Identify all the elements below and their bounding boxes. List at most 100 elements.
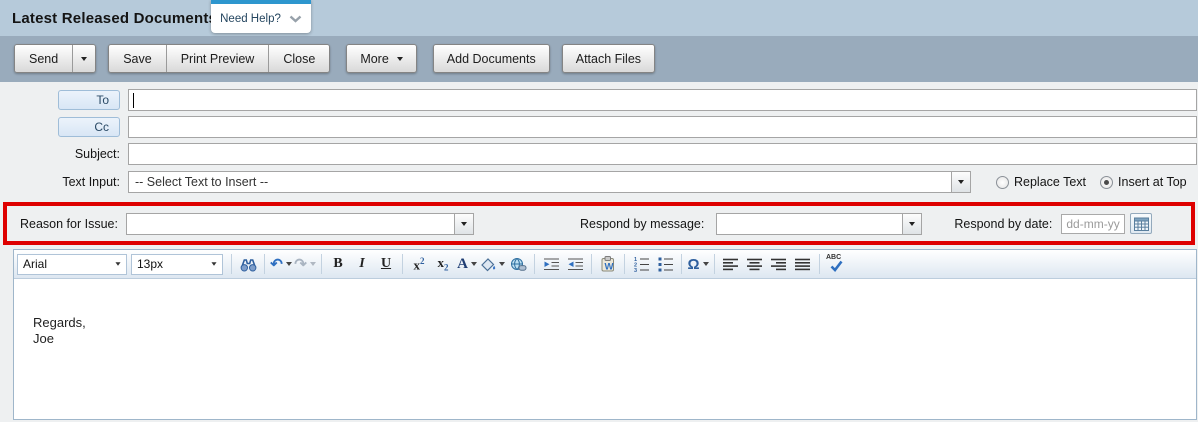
underline-button[interactable]: U bbox=[374, 253, 398, 275]
caret-down-icon bbox=[958, 180, 964, 184]
justify-button[interactable] bbox=[791, 253, 815, 275]
add-documents-button[interactable]: Add Documents bbox=[432, 44, 550, 73]
text-caret bbox=[133, 93, 134, 108]
insert-at-top-radio[interactable] bbox=[1100, 175, 1114, 189]
redo-button[interactable]: ↷ bbox=[293, 253, 317, 275]
bold-button[interactable]: B bbox=[326, 253, 350, 275]
caret-down-icon bbox=[702, 262, 709, 266]
svg-text:W: W bbox=[605, 262, 614, 273]
spellcheck-button[interactable]: ABC bbox=[824, 253, 848, 275]
reason-for-issue-select[interactable] bbox=[125, 212, 474, 235]
caret-down-icon bbox=[396, 56, 403, 61]
find-button[interactable] bbox=[236, 253, 260, 275]
caret-down-icon bbox=[81, 56, 88, 61]
calendar-icon bbox=[1133, 217, 1149, 231]
respond-by-date-input[interactable] bbox=[1061, 213, 1126, 234]
attach-files-button[interactable]: Attach Files bbox=[561, 44, 656, 73]
font-size-select[interactable]: 13px bbox=[131, 253, 223, 275]
caret-down-icon bbox=[309, 262, 316, 266]
italic-button[interactable]: I bbox=[350, 253, 374, 275]
paste-from-word-button[interactable]: W bbox=[596, 253, 620, 275]
paint-bucket-icon bbox=[481, 257, 496, 271]
align-left-button[interactable] bbox=[719, 253, 743, 275]
select-arrow-button[interactable] bbox=[951, 172, 970, 192]
underline-icon: U bbox=[380, 256, 392, 271]
send-dropdown-button[interactable] bbox=[72, 45, 96, 72]
undo-icon: ↶ bbox=[270, 255, 283, 273]
to-button[interactable]: To bbox=[58, 90, 120, 110]
toolbar-separator bbox=[819, 254, 820, 274]
text-insert-select[interactable]: -- Select Text to Insert -- bbox=[128, 171, 971, 193]
align-center-button[interactable] bbox=[743, 253, 767, 275]
subscript-button[interactable]: x2 bbox=[431, 253, 455, 275]
replace-text-radio[interactable] bbox=[996, 175, 1009, 189]
caret-down-icon bbox=[499, 262, 505, 266]
date-picker-button[interactable] bbox=[1130, 213, 1153, 234]
outdent-button[interactable] bbox=[563, 253, 587, 275]
send-button[interactable]: Send bbox=[15, 45, 73, 72]
close-button[interactable]: Close bbox=[268, 45, 330, 72]
font-family-value: Arial bbox=[23, 257, 48, 271]
align-right-button[interactable] bbox=[767, 253, 791, 275]
toolbar-separator bbox=[402, 254, 403, 274]
text-input-row: Text Input: -- Select Text to Insert -- … bbox=[0, 171, 1198, 193]
indent-button[interactable] bbox=[539, 253, 563, 275]
undo-button[interactable]: ↶ bbox=[269, 253, 293, 275]
insert-link-button[interactable] bbox=[506, 253, 530, 275]
page-title: Latest Released Documents bbox=[12, 9, 218, 27]
body-line: Regards, bbox=[33, 315, 86, 330]
save-button[interactable]: Save bbox=[109, 45, 166, 72]
rich-text-editor: Arial 13px ↶ ↷ B I U x2 x2 A W 1 2 3 Ω A… bbox=[13, 249, 1197, 420]
text-insert-selected-value: -- Select Text to Insert -- bbox=[135, 175, 269, 189]
respond-by-date-label: Respond by date: bbox=[954, 216, 1053, 231]
numbered-list-button[interactable]: 123 bbox=[629, 253, 653, 275]
select-arrow-button[interactable] bbox=[453, 213, 473, 234]
special-character-button[interactable]: Ω bbox=[686, 253, 710, 275]
respond-by-message-label: Respond by message: bbox=[579, 216, 705, 231]
font-color-button[interactable]: A bbox=[455, 253, 479, 275]
editor-body[interactable]: Regards, Joe bbox=[14, 279, 1196, 419]
more-button[interactable]: More bbox=[346, 44, 417, 73]
toolbar-separator bbox=[321, 254, 322, 274]
respond-by-message-select[interactable] bbox=[716, 212, 923, 235]
bullet-list-button[interactable] bbox=[653, 253, 677, 275]
save-group: Save Print Preview Close bbox=[108, 44, 331, 73]
text-input-label: Text Input: bbox=[62, 175, 120, 189]
background-color-button[interactable] bbox=[479, 253, 506, 275]
italic-icon: I bbox=[359, 256, 365, 271]
subscript-icon: x2 bbox=[437, 254, 449, 273]
justify-icon bbox=[795, 258, 810, 270]
svg-text:3: 3 bbox=[634, 268, 637, 272]
superscript-icon: x2 bbox=[413, 255, 425, 273]
align-center-icon bbox=[747, 258, 762, 270]
select-arrow-button[interactable] bbox=[902, 213, 922, 234]
highlight-box: Reason for Issue: Respond by message: Re… bbox=[3, 202, 1195, 245]
need-help-button[interactable]: Need Help? bbox=[211, 0, 311, 33]
print-preview-button[interactable]: Print Preview bbox=[165, 45, 269, 72]
globe-link-icon bbox=[510, 257, 526, 271]
bold-icon: B bbox=[333, 256, 343, 271]
superscript-button[interactable]: x2 bbox=[407, 253, 431, 275]
font-family-select[interactable]: Arial bbox=[17, 253, 127, 275]
align-left-icon bbox=[723, 258, 738, 270]
indent-decrease-icon bbox=[567, 258, 583, 270]
insert-mode-radios: Replace Text Insert at Top bbox=[996, 175, 1187, 189]
toolbar-separator bbox=[681, 254, 682, 274]
caret-down-icon bbox=[460, 221, 467, 226]
to-input[interactable] bbox=[128, 89, 1197, 111]
cc-input[interactable] bbox=[128, 116, 1197, 138]
toolbar-separator bbox=[624, 254, 625, 274]
subject-label: Subject: bbox=[74, 147, 120, 161]
cc-button[interactable]: Cc bbox=[58, 117, 120, 137]
replace-text-label: Replace Text bbox=[1014, 175, 1087, 189]
toolbar-separator bbox=[264, 254, 265, 274]
toolbar-separator bbox=[231, 254, 232, 274]
subject-input[interactable] bbox=[128, 143, 1197, 165]
caret-down-icon bbox=[115, 262, 121, 266]
bullet-list-icon bbox=[658, 257, 673, 272]
caret-down-icon bbox=[285, 262, 292, 266]
caret-down-icon bbox=[909, 221, 916, 226]
spellcheck-icon: ABC bbox=[826, 254, 846, 273]
reason-for-issue-label: Reason for Issue: bbox=[20, 216, 118, 231]
send-split-button: Send bbox=[14, 44, 97, 73]
